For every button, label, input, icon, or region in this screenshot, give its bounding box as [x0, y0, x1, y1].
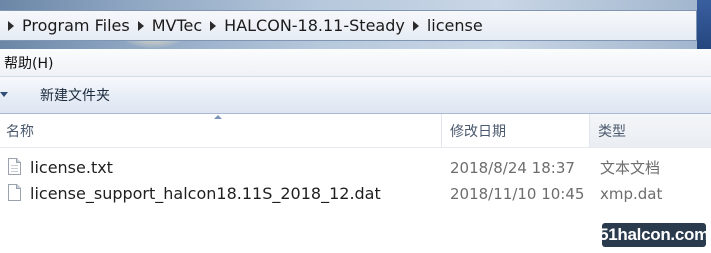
file-icon — [8, 184, 21, 201]
address-bar-area: Program Files MVTec HALCON-18.11-Steady … — [0, 0, 711, 49]
breadcrumb-arrow-icon[interactable] — [137, 20, 144, 31]
column-header-name[interactable]: 名称 — [0, 114, 442, 148]
breadcrumb-item-mvtec[interactable]: MVTec — [152, 16, 202, 35]
column-header-type[interactable]: 类型 — [590, 114, 711, 148]
file-date-modified: 2018/8/24 18:37 — [450, 159, 575, 177]
refresh-button-edge[interactable] — [697, 0, 711, 49]
column-header-date-label: 修改日期 — [450, 124, 506, 140]
file-row[interactable]: license.txt 2018/8/24 18:37 文本文档 — [0, 156, 711, 182]
command-bar: 新建文件夹 — [0, 77, 711, 114]
file-name[interactable]: license_support_halcon18.11S_2018_12.dat — [30, 182, 381, 206]
column-header-date-modified[interactable]: 修改日期 — [442, 114, 590, 148]
text-file-icon — [8, 158, 21, 175]
file-type: 文本文档 — [600, 159, 661, 177]
menu-help[interactable]: 帮助(H) — [0, 53, 53, 73]
site-watermark: 51halcon.com — [599, 223, 709, 247]
file-type: xmp.dat — [600, 185, 663, 203]
breadcrumb-item-halcon[interactable]: HALCON-18.11-Steady — [224, 16, 405, 35]
file-name[interactable]: license.txt — [30, 156, 113, 180]
breadcrumb-arrow-icon[interactable] — [8, 20, 14, 31]
header-divider — [0, 147, 711, 148]
breadcrumb-item-program-files[interactable]: Program Files — [22, 16, 130, 35]
address-bar[interactable]: Program Files MVTec HALCON-18.11-Steady … — [0, 10, 697, 41]
breadcrumb-item-license[interactable]: license — [427, 16, 483, 35]
breadcrumb-arrow-icon[interactable] — [210, 20, 217, 31]
menu-bar: 帮助(H) — [0, 49, 711, 77]
breadcrumb-arrow-icon[interactable] — [412, 20, 419, 31]
new-folder-button[interactable]: 新建文件夹 — [28, 81, 122, 109]
sort-ascending-icon — [214, 115, 222, 119]
file-row[interactable]: license_support_halcon18.11S_2018_12.dat… — [0, 182, 711, 208]
file-date-modified: 2018/11/10 10:45 — [450, 185, 585, 203]
column-header-name-label: 名称 — [6, 124, 34, 140]
organize-dropdown-arrow-icon[interactable] — [0, 92, 8, 97]
column-header-type-label: 类型 — [598, 124, 626, 140]
